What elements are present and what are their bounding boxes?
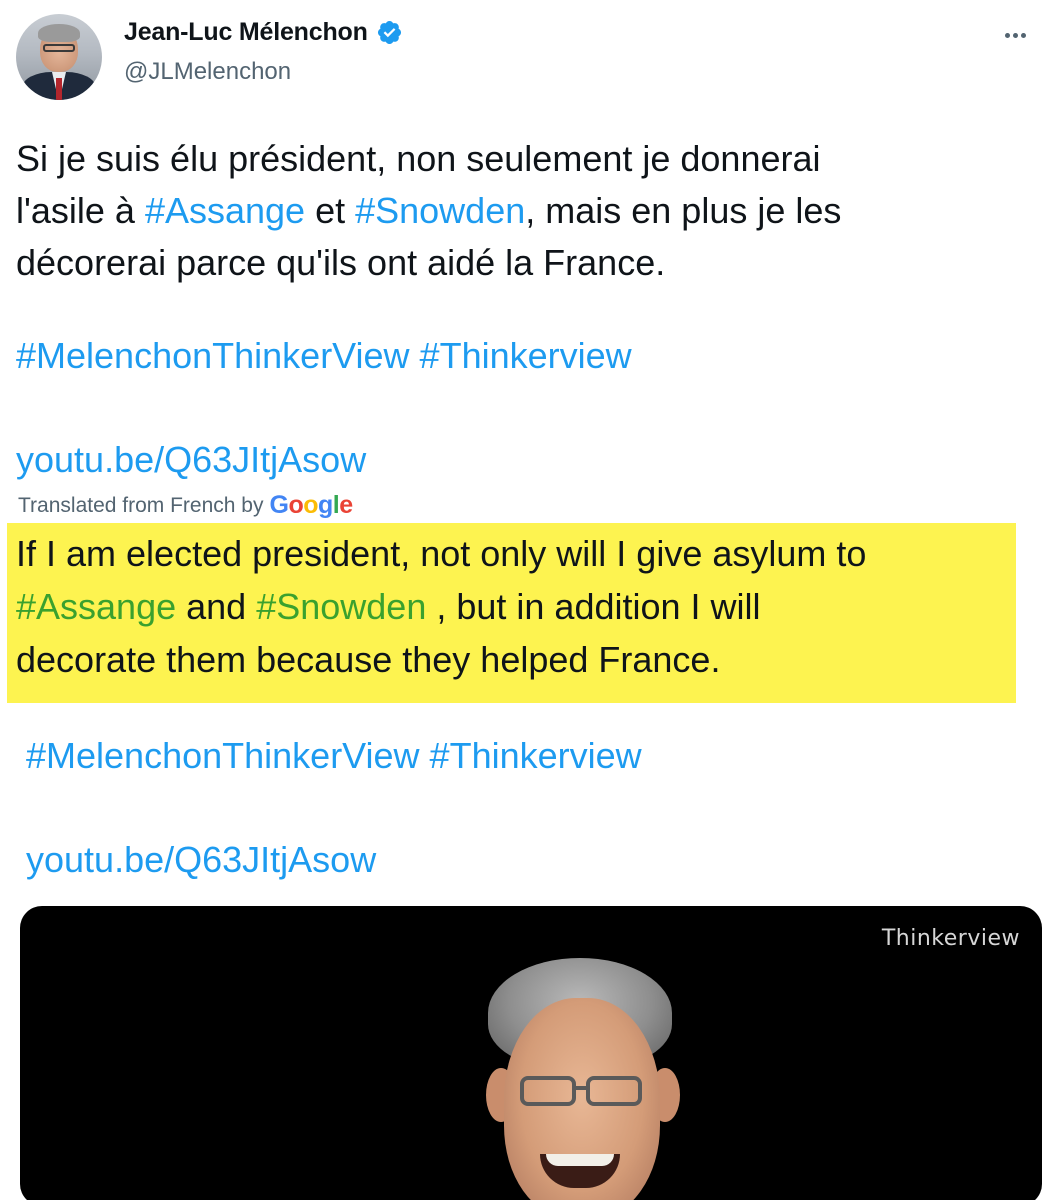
avatar-hair: [38, 24, 80, 42]
translation-line: #Assange and #Snowden , but in addition …: [16, 580, 1016, 633]
hashtag-link[interactable]: #Snowden: [355, 190, 525, 231]
tweet: Jean-Luc Mélenchon @JLMelenchon Si je su…: [0, 0, 1048, 1200]
text-segment: , mais en plus je les: [525, 190, 842, 231]
tweet-text-line: Si je suis élu président, non seulement …: [16, 138, 821, 179]
translation-link[interactable]: youtu.be/Q63JItjAsow: [26, 834, 376, 886]
media-video-thumbnail[interactable]: Thinkerview: [20, 906, 1042, 1200]
tweet-text-line: décorerai parce qu'ils ont aidé la Franc…: [16, 242, 666, 283]
tweet-hashtags[interactable]: #MelenchonThinkerView #Thinkerview: [16, 330, 632, 382]
hashtag-link[interactable]: #Snowden: [256, 586, 426, 627]
translation-attribution: Translated from French by Google: [18, 491, 353, 520]
more-options-icon[interactable]: [1002, 22, 1028, 48]
text-segment: , but in addition I will: [426, 586, 761, 627]
avatar-glasses: [43, 44, 75, 52]
person-glasses-lens: [586, 1076, 642, 1106]
video-watermark: Thinkerview: [881, 926, 1020, 951]
text-segment: et: [305, 190, 356, 231]
avatar-tie: [56, 78, 62, 100]
author-display-name[interactable]: Jean-Luc Mélenchon: [124, 18, 368, 47]
google-logo: Google: [269, 491, 353, 519]
translation-text: If I am elected president, not only will…: [16, 527, 1016, 686]
text-segment: l'asile à: [16, 190, 145, 231]
hashtag-link[interactable]: #Assange: [16, 586, 176, 627]
translation-line: decorate them because they helped France…: [16, 639, 721, 680]
tweet-link[interactable]: youtu.be/Q63JItjAsow: [16, 434, 366, 486]
author-name-row: Jean-Luc Mélenchon: [124, 18, 403, 47]
author-handle[interactable]: @JLMelenchon: [124, 58, 291, 86]
person-glasses-lens: [520, 1076, 576, 1106]
person-teeth: [546, 1154, 614, 1166]
verified-badge-icon: [377, 20, 401, 45]
translation-line: If I am elected president, not only will…: [16, 533, 867, 574]
person-glasses-bridge: [574, 1086, 588, 1090]
video-person: [460, 958, 700, 1200]
translation-hashtags[interactable]: #MelenchonThinkerView #Thinkerview: [26, 730, 642, 782]
tweet-text-line: l'asile à #Assange et #Snowden, mais en …: [16, 185, 1026, 237]
hashtag-link[interactable]: #Assange: [145, 190, 305, 231]
translation-label: Translated from French by: [18, 493, 264, 517]
tweet-text: Si je suis élu président, non seulement …: [16, 133, 1026, 289]
text-segment: and: [176, 586, 257, 627]
author-avatar[interactable]: [16, 14, 102, 100]
